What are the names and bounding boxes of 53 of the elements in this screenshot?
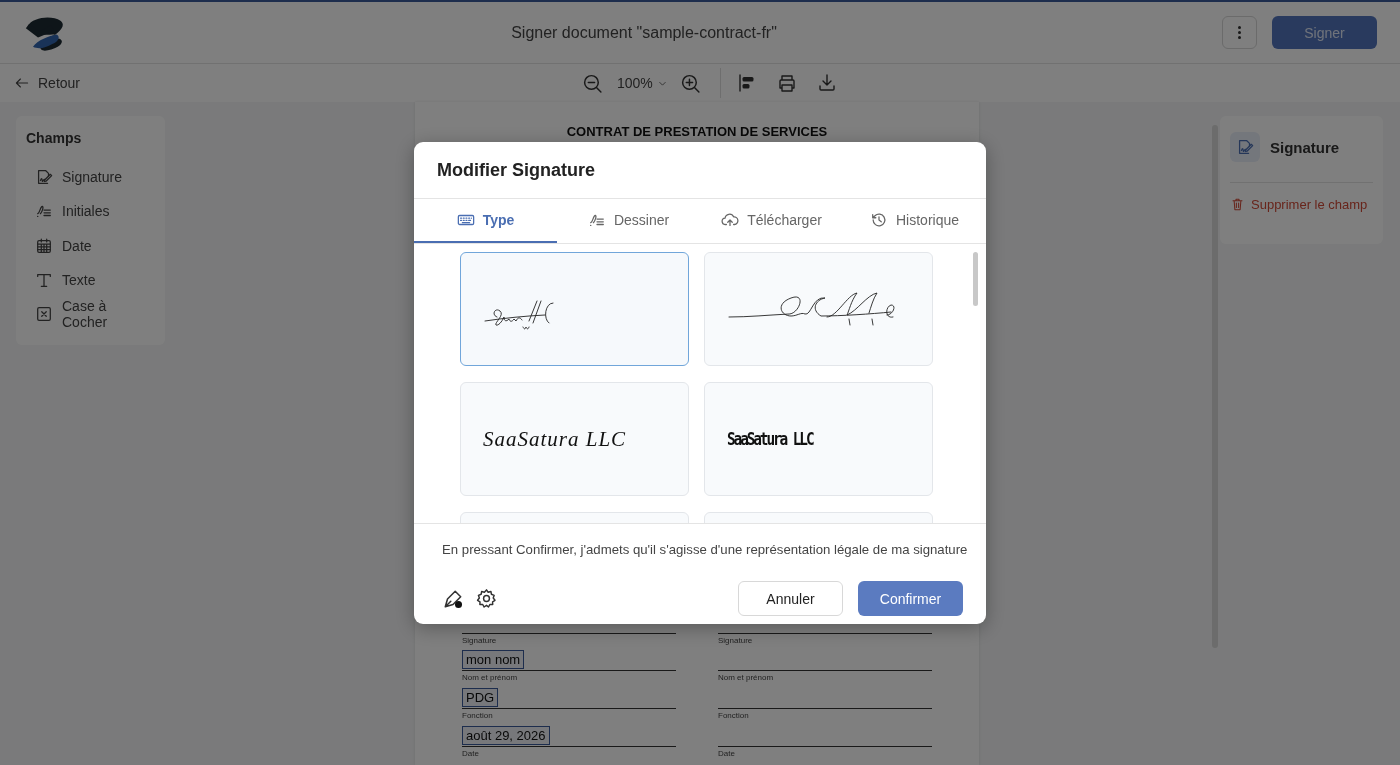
tab[interactable]: Télécharger <box>700 199 843 243</box>
field-item[interactable]: Date <box>26 228 155 263</box>
field-label: Date <box>462 748 480 759</box>
signature-icon <box>1230 132 1260 162</box>
field-label: Nom et prénom <box>462 673 519 684</box>
form-field[interactable]: mon nom <box>462 650 525 670</box>
signature-text: SaaSatura LLC <box>483 426 627 452</box>
panel-title: Signature <box>1270 138 1340 156</box>
field-label: Nom et prénom <box>718 673 775 684</box>
field-label: Fonction <box>718 711 750 722</box>
field-item[interactable]: Case à Cocher <box>26 297 155 332</box>
form-field[interactable]: août 29, 2026 <box>462 725 550 745</box>
cloud-upload-icon <box>721 211 740 229</box>
delete-field-link[interactable]: Supprimer le champ <box>1230 197 1368 212</box>
field-item[interactable]: Initiales <box>26 194 155 229</box>
arrow-left-icon <box>14 75 30 91</box>
download-icon[interactable] <box>816 73 837 93</box>
panel-title: Champs <box>26 130 83 146</box>
zoom-select[interactable]: 100% <box>617 75 668 91</box>
signature-option[interactable]: SaaSatura LLC <box>704 382 933 496</box>
dialog-title: Modifier Signature <box>414 142 986 199</box>
tab[interactable]: Type <box>414 199 557 243</box>
signature-option[interactable]: SaaSatura LLC <box>460 382 689 496</box>
text-icon <box>35 271 53 290</box>
printer-icon[interactable] <box>776 73 797 93</box>
document-heading: CONTRAT DE PRESTATION DE SERVICES <box>565 124 829 140</box>
field-label: Signature <box>718 635 754 646</box>
field-item[interactable]: Signature <box>26 160 155 195</box>
trash-icon <box>1230 197 1245 212</box>
zoom-out-icon[interactable] <box>582 72 603 94</box>
more-icon <box>1238 26 1241 39</box>
field-label: Signature <box>462 635 498 646</box>
form-field[interactable]: PDG <box>462 688 499 708</box>
field-label: Date <box>718 748 736 759</box>
signature-icon <box>35 168 53 187</box>
back-link[interactable]: Retour <box>14 75 81 91</box>
zoom-in-icon[interactable] <box>679 72 701 94</box>
sign-button[interactable]: Signer <box>1272 16 1377 49</box>
field-item[interactable]: Texte <box>26 262 155 298</box>
field-label: Fonction <box>462 711 494 722</box>
page-title: Signer document "sample-contract-fr" <box>510 23 778 42</box>
scrollbar-thumb[interactable] <box>973 252 978 306</box>
checkbox-icon <box>35 305 53 324</box>
tab[interactable]: Dessiner <box>557 199 700 243</box>
signature-option[interactable] <box>460 252 689 366</box>
cancel-button[interactable]: Annuler <box>738 581 843 616</box>
confirm-button[interactable]: Confirmer <box>858 581 963 616</box>
tab[interactable]: Historique <box>843 199 986 243</box>
signature-text: SaaSatura LLC <box>727 429 813 449</box>
align-left-icon[interactable] <box>736 73 757 93</box>
calendar-icon <box>35 236 53 255</box>
history-icon <box>870 211 888 229</box>
settings-icon[interactable] <box>476 588 497 609</box>
